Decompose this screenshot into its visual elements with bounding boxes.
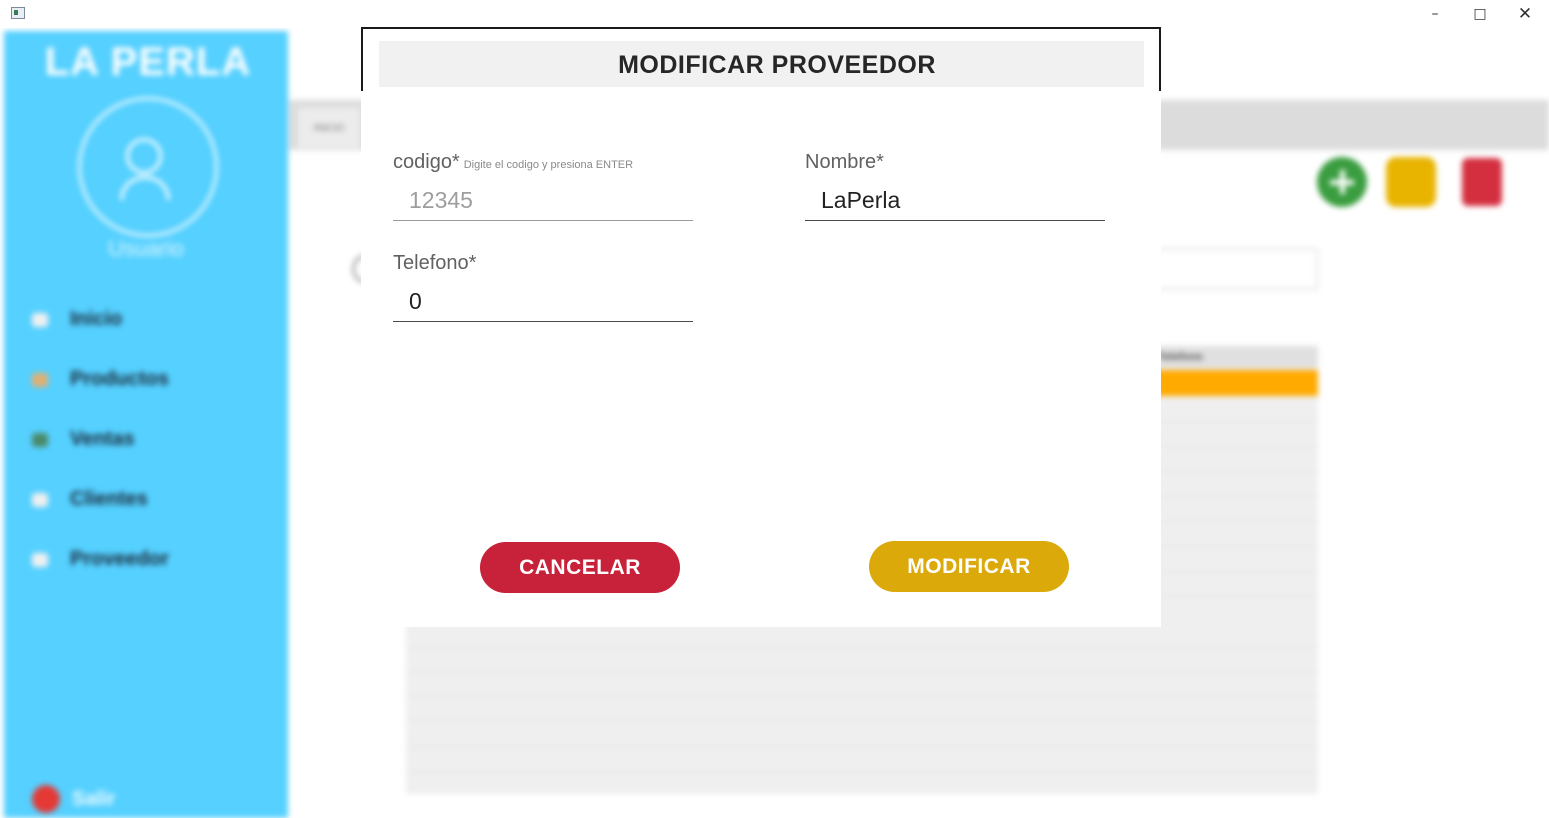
add-icon[interactable]	[1317, 157, 1367, 207]
logout-icon[interactable]	[32, 785, 60, 813]
sidebar-item-inicio[interactable]: Inicio	[30, 305, 270, 335]
maximize-button[interactable]: □	[1457, 2, 1503, 26]
logout-label[interactable]: Salir	[72, 788, 115, 811]
telefono-label: Telefono*	[393, 252, 477, 274]
modify-supplier-dialog	[361, 27, 1161, 627]
close-button[interactable]: ✕	[1502, 2, 1548, 26]
table-row-selected[interactable]	[1150, 370, 1318, 396]
search-input[interactable]	[1150, 248, 1318, 290]
sidebar-item-ventas[interactable]: Ventas	[30, 425, 270, 455]
edit-icon[interactable]	[1386, 157, 1436, 207]
sidebar-item-proveedor[interactable]: Proveedor	[30, 545, 270, 575]
minimize-button[interactable]: –	[1412, 2, 1458, 26]
delete-icon[interactable]	[1462, 158, 1502, 206]
dialog-title: MODIFICAR PROVEEDOR	[618, 51, 936, 79]
brand-logo: LA PERLA	[44, 40, 252, 84]
cancel-button[interactable]: CANCELAR	[480, 542, 680, 593]
sidebar-item-label: Inicio	[70, 308, 123, 330]
telefono-field[interactable]	[393, 282, 693, 322]
supplier-icon	[32, 553, 48, 567]
tab-inicio[interactable]: INICIO	[298, 108, 360, 148]
table-row[interactable]	[406, 721, 1318, 722]
app-icon	[11, 7, 25, 19]
codigo-label-text: codigo*	[393, 151, 460, 173]
sales-icon	[32, 433, 48, 447]
window-titlebar: – □ ✕	[0, 0, 1549, 28]
home-icon	[32, 313, 48, 327]
codigo-field[interactable]	[393, 181, 693, 221]
table-row[interactable]	[406, 646, 1318, 647]
nombre-field[interactable]	[805, 181, 1105, 221]
user-label: Usuario	[108, 236, 184, 261]
sidebar-item-productos[interactable]: Productos	[30, 365, 270, 395]
table-row[interactable]	[406, 696, 1318, 697]
sidebar-item-label: Clientes	[70, 488, 148, 510]
table-header-telefono[interactable]: Telefono	[1150, 346, 1318, 368]
sidebar-item-label: Productos	[70, 368, 169, 390]
nombre-label: Nombre*	[805, 151, 884, 173]
clients-icon	[32, 493, 48, 507]
sidebar-item-clientes[interactable]: Clientes	[30, 485, 270, 515]
table-row[interactable]	[406, 771, 1318, 772]
codigo-label: codigo* Digite el codigo y presiona ENTER	[393, 151, 633, 174]
products-icon	[32, 373, 48, 387]
modify-button[interactable]: MODIFICAR	[869, 541, 1069, 592]
sidebar-item-label: Ventas	[70, 428, 135, 450]
codigo-hint: Digite el codigo y presiona ENTER	[463, 159, 634, 171]
sidebar-item-label: Proveedor	[70, 548, 169, 570]
user-icon	[126, 138, 162, 174]
table-row[interactable]	[406, 671, 1318, 672]
table-row[interactable]	[406, 746, 1318, 747]
